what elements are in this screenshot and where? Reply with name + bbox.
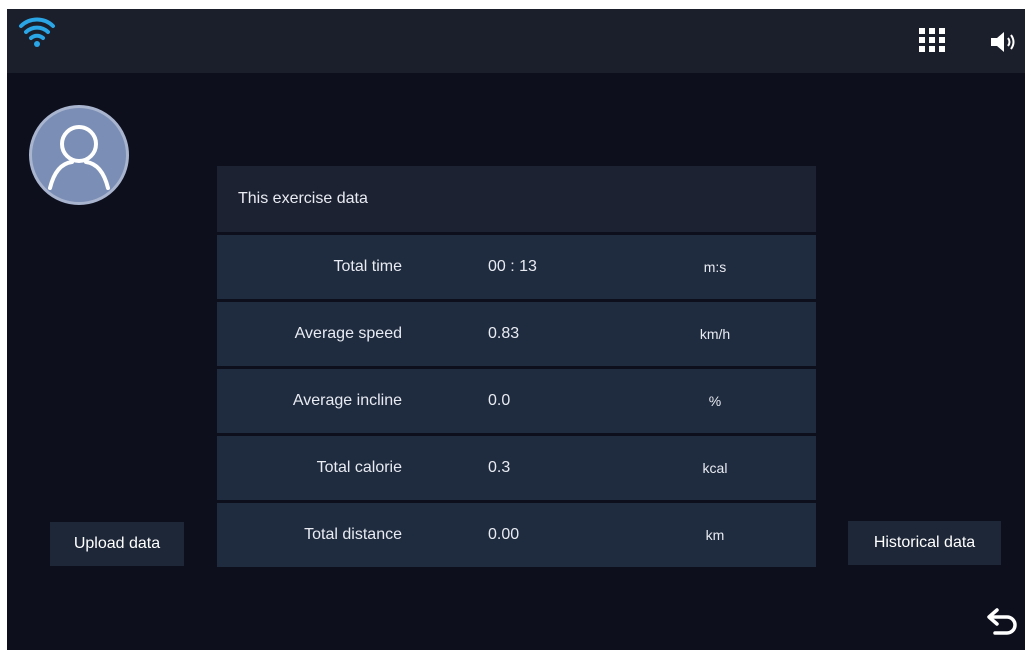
table-row: Total time 00 : 13 m:s <box>217 235 816 299</box>
row-label: Total distance <box>304 526 402 543</box>
row-value: 0.83 <box>488 325 520 342</box>
apps-grid-icon[interactable] <box>915 23 949 57</box>
back-arrow-icon[interactable] <box>983 605 1021 639</box>
row-unit: km/h <box>699 326 731 342</box>
row-unit: km <box>705 527 725 543</box>
row-unit: kcal <box>702 460 728 476</box>
table-row: Total distance 0.00 km <box>217 503 816 567</box>
row-value: 0.00 <box>488 526 520 543</box>
status-bar <box>7 9 1025 73</box>
row-unit: m:s <box>703 259 727 275</box>
table-row: Total calorie 0.3 kcal <box>217 436 816 500</box>
table-row: Average incline 0.0 % <box>217 369 816 433</box>
row-label: Average speed <box>294 325 402 342</box>
upload-data-button[interactable]: Upload data <box>50 522 184 566</box>
historical-data-button[interactable]: Historical data <box>848 521 1001 565</box>
user-avatar-icon[interactable] <box>29 105 129 205</box>
volume-icon[interactable] <box>989 29 1019 55</box>
row-label: Total calorie <box>316 459 402 476</box>
exercise-data-panel: This exercise data Total time 00 : 13 m:… <box>217 166 816 567</box>
app-screen: This exercise data Total time 00 : 13 m:… <box>7 9 1025 650</box>
wifi-icon[interactable] <box>18 12 56 50</box>
table-row: Average speed 0.83 km/h <box>217 302 816 366</box>
row-label: Average incline <box>292 392 402 409</box>
row-value: 0.3 <box>488 459 511 476</box>
row-value: 0.0 <box>488 392 511 409</box>
row-unit: % <box>708 393 722 409</box>
row-value: 00 : 13 <box>488 258 537 275</box>
row-label: Total time <box>333 258 402 275</box>
panel-title: This exercise data <box>217 166 816 232</box>
